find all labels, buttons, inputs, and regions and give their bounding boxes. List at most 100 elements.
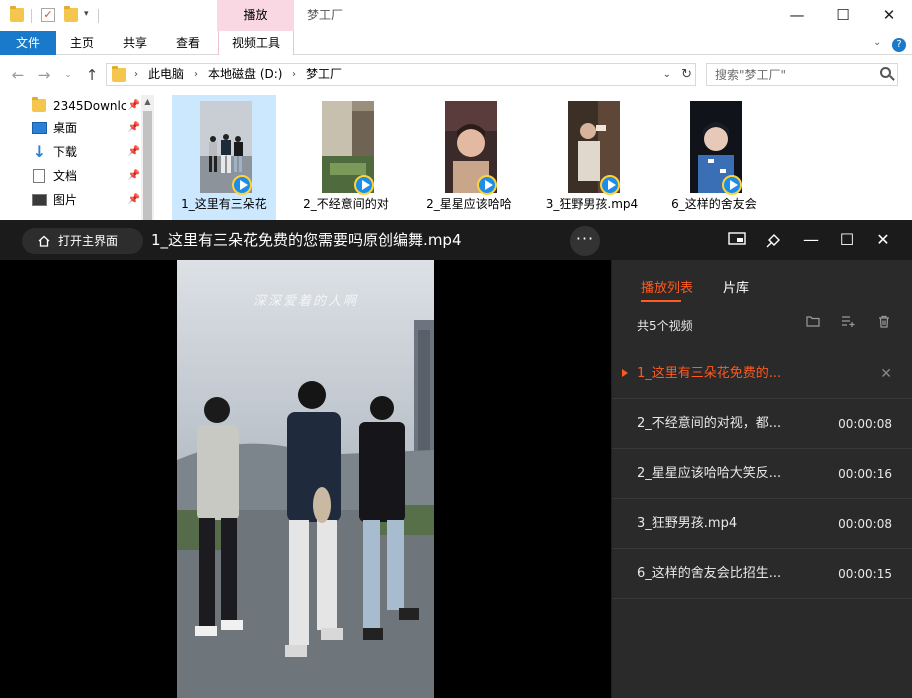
folder-icon [32, 97, 46, 112]
address-bar[interactable]: › 此电脑 › 本地磁盘 (D:) › 梦工厂 ⌄ ↻ [106, 63, 696, 86]
pin-icon[interactable]: 📌 [128, 141, 140, 163]
picture-icon [32, 194, 47, 206]
sidebar-scrollbar[interactable]: ▲ [141, 95, 154, 225]
playlist-item[interactable]: 3_狂野男孩.mp4 00:00:08 [612, 499, 912, 549]
file-item[interactable]: 3_狂野男孩.mp4 [540, 95, 644, 225]
up-arrow-icon[interactable]: ↑ [82, 65, 102, 85]
file-name: 6_这样的舍友会 [671, 197, 757, 211]
forward-arrow-icon[interactable]: → [34, 65, 54, 85]
player-maximize-button[interactable]: ☐ [835, 228, 859, 252]
search-box[interactable] [706, 63, 898, 86]
sidebar-item-2345downloads[interactable]: 2345Downlc 📌 [32, 95, 140, 117]
pin-icon[interactable]: 📌 [125, 95, 140, 117]
navigation-bar: ← → ⌄ ↑ › 此电脑 › 本地磁盘 (D:) › 梦工厂 ⌄ ↻ [0, 55, 912, 95]
close-button[interactable]: ✕ [866, 0, 912, 31]
open-main-interface-button[interactable]: 打开主界面 [22, 228, 143, 254]
open-folder-icon[interactable] [805, 315, 821, 331]
open-main-interface-label: 打开主界面 [58, 234, 119, 248]
sidebar-item-pictures[interactable]: 图片 📌 [32, 189, 140, 211]
video-player-window: 打开主界面 1_这里有三朵花免费的您需要吗原创编舞.mp4 ··· — ☐ ✕ [0, 220, 912, 698]
playlist-item[interactable]: 2_星星应该哈哈大笑反... 00:00:16 [612, 449, 912, 499]
new-folder-icon[interactable] [64, 6, 78, 22]
pin-on-top-icon[interactable] [762, 228, 786, 252]
player-titlebar: 打开主界面 1_这里有三朵花免费的您需要吗原创编舞.mp4 ··· — ☐ ✕ [0, 220, 912, 260]
file-name: 2_不经意间的对 [303, 197, 389, 211]
video-player-badge-icon [232, 175, 252, 195]
navigation-pane: 2345Downlc 📌 桌面 📌 ↓ 下载 📌 文档 📌 图片 📌 ▲ [0, 95, 154, 225]
remove-item-icon[interactable]: ✕ [880, 349, 892, 399]
video-title: 1_这里有三朵花免费的您需要吗原创编舞.mp4 [151, 231, 462, 249]
help-icon[interactable]: ? [892, 36, 906, 52]
playlist-item[interactable]: 1_这里有三朵花免费的... ✕ [612, 349, 912, 399]
properties-icon[interactable]: ✓ [41, 8, 55, 22]
ribbon-expand-chevron-icon[interactable]: ⌄ [873, 31, 881, 55]
customize-toolbar-chevron-icon[interactable]: ▾ [84, 9, 89, 19]
folder-icon [112, 66, 126, 82]
add-to-playlist-icon[interactable] [840, 315, 856, 331]
recent-locations-chevron-icon[interactable]: ⌄ [58, 65, 78, 85]
screen-cast-icon[interactable] [725, 228, 749, 252]
explorer-titlebar: ✓ ▾ 播放 梦工厂 — ☐ ✕ [0, 0, 912, 31]
file-list: 1_这里有三朵花 2_不经意间的对 2_星星应该哈哈 3_狂野男孩.mp4 6_… [154, 95, 912, 225]
download-icon: ↓ [32, 142, 47, 161]
playlist-item-duration: 00:00:08 [838, 517, 892, 531]
sidebar-item-label: 2345Downlc [53, 99, 128, 113]
divider [98, 9, 99, 23]
tab-home[interactable]: 主页 [60, 31, 104, 55]
playlist-item-name: 3_狂野男孩.mp4 [637, 516, 738, 531]
playlist-item[interactable]: 2_不经意间的对视，都... 00:00:08 [612, 399, 912, 449]
address-history-chevron-icon[interactable]: ⌄ [663, 64, 671, 85]
maximize-button[interactable]: ☐ [820, 0, 866, 31]
tab-view[interactable]: 查看 [166, 31, 210, 55]
breadcrumb-separator-icon[interactable]: › [194, 64, 198, 85]
breadcrumb-local-disk[interactable]: 本地磁盘 (D:) [208, 64, 282, 85]
context-tab-play[interactable]: 播放 [217, 0, 294, 31]
file-item[interactable]: 2_星星应该哈哈 [417, 95, 521, 225]
video-canvas[interactable]: 深深爱着的人啊 [0, 260, 611, 698]
sidebar-item-desktop[interactable]: 桌面 📌 [32, 117, 140, 139]
scroll-up-arrow-icon[interactable]: ▲ [141, 95, 154, 109]
ribbon-tabs: 文件 主页 共享 查看 视频工具 ⌄ ? [0, 31, 912, 161]
sidebar-item-downloads[interactable]: ↓ 下载 📌 [32, 141, 140, 163]
file-item[interactable]: 2_不经意间的对 [294, 95, 398, 225]
playlist-item[interactable]: 6_这样的舍友会比招生... 00:00:15 [612, 549, 912, 599]
player-close-button[interactable]: ✕ [871, 228, 895, 252]
breadcrumb-this-pc[interactable]: 此电脑 [148, 64, 184, 85]
sidebar-item-documents[interactable]: 文档 📌 [32, 165, 140, 187]
video-frame[interactable]: 深深爱着的人啊 [177, 260, 434, 698]
tab-video-tools[interactable]: 视频工具 [218, 31, 294, 55]
home-icon [38, 235, 50, 247]
tab-library[interactable]: 片库 [723, 277, 749, 296]
search-icon[interactable] [880, 67, 891, 78]
playlist-item-name: 2_星星应该哈哈大笑反... [637, 466, 782, 481]
scrollbar-thumb[interactable] [143, 111, 152, 221]
sidebar-item-label: 下载 [53, 145, 78, 159]
playlist-item-duration: 00:00:16 [838, 467, 892, 481]
tab-playlist[interactable]: 播放列表 [641, 277, 693, 296]
screen: ✓ ▾ 播放 梦工厂 — ☐ ✕ 文件 主页 共享 查看 视频工具 ⌄ ? ← … [0, 0, 912, 698]
playlist-item-name: 6_这样的舍友会比招生... [637, 566, 782, 581]
file-item[interactable]: 6_这样的舍友会 [662, 95, 766, 225]
pin-icon[interactable]: 📌 [128, 165, 140, 187]
sidebar-item-label: 图片 [53, 193, 78, 207]
file-item[interactable]: 1_这里有三朵花 [172, 95, 276, 225]
breadcrumb-separator-icon[interactable]: › [292, 64, 296, 85]
video-caption-text: 深深爱着的人啊 [252, 294, 358, 309]
search-input[interactable] [715, 66, 875, 83]
trash-icon[interactable] [876, 315, 892, 331]
file-name: 3_狂野男孩.mp4 [545, 197, 639, 211]
pin-icon[interactable]: 📌 [128, 117, 140, 139]
refresh-icon[interactable]: ↻ [681, 64, 692, 85]
breadcrumb-folder[interactable]: 梦工厂 [306, 64, 342, 85]
breadcrumb-separator-icon[interactable]: › [134, 64, 138, 85]
file-name: 2_星星应该哈哈 [426, 197, 512, 211]
tab-share[interactable]: 共享 [113, 31, 157, 55]
player-minimize-button[interactable]: — [799, 228, 823, 252]
minimize-button[interactable]: — [774, 0, 820, 31]
playlist-panel: 播放列表 片库 共5个视频 1_这里有三朵花免费的... ✕ 2_不经意间的对视… [611, 260, 912, 698]
pin-icon[interactable]: 📌 [128, 189, 140, 211]
file-name: 1_这里有三朵花 [181, 197, 267, 211]
folder-icon [10, 6, 24, 22]
more-options-button[interactable]: ··· [570, 226, 600, 256]
back-arrow-icon[interactable]: ← [8, 65, 28, 85]
